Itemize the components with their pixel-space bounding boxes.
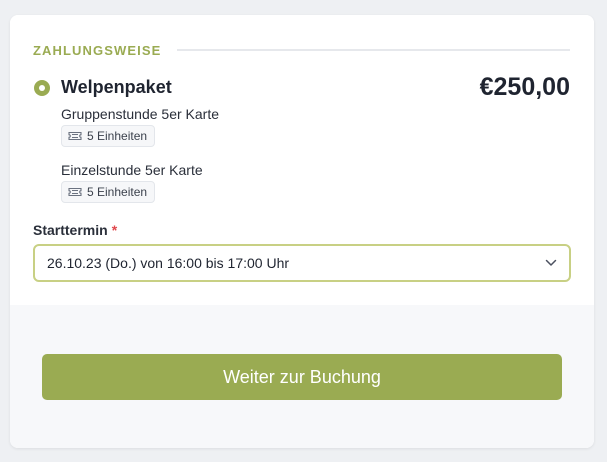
package-item-name: Einzelstunde 5er Karte <box>61 162 203 178</box>
badge-label: 5 Einheiten <box>87 129 148 143</box>
chevron-down-icon <box>545 259 557 266</box>
section-title: ZAHLUNGSWEISE <box>33 42 162 58</box>
package-radio[interactable] <box>34 80 50 96</box>
booking-card: ZAHLUNGSWEISE Welpenpaket €250,00 Gruppe… <box>10 15 594 448</box>
start-date-label-text: Starttermin <box>33 222 108 238</box>
start-date-label: Starttermin * <box>33 222 117 238</box>
badge-label: 5 Einheiten <box>87 185 148 199</box>
required-marker: * <box>111 222 118 238</box>
section-divider <box>177 49 570 51</box>
units-badge: 5 Einheiten <box>61 125 156 147</box>
package-name: Welpenpaket <box>61 77 172 97</box>
start-date-select[interactable]: 26.10.23 (Do.) von 16:00 bis 17:00 Uhr <box>33 244 571 282</box>
units-badge: 5 Einheiten <box>61 181 156 203</box>
package-item-name: Gruppenstunde 5er Karte <box>61 106 219 122</box>
ticket-icon <box>68 187 82 197</box>
section-header: ZAHLUNGSWEISE <box>33 42 570 58</box>
continue-booking-button[interactable]: Weiter zur Buchung <box>42 354 562 400</box>
start-date-value: 26.10.23 (Do.) von 16:00 bis 17:00 Uhr <box>47 255 290 271</box>
ticket-icon <box>68 131 82 141</box>
package-price: €250,00 <box>479 73 570 101</box>
